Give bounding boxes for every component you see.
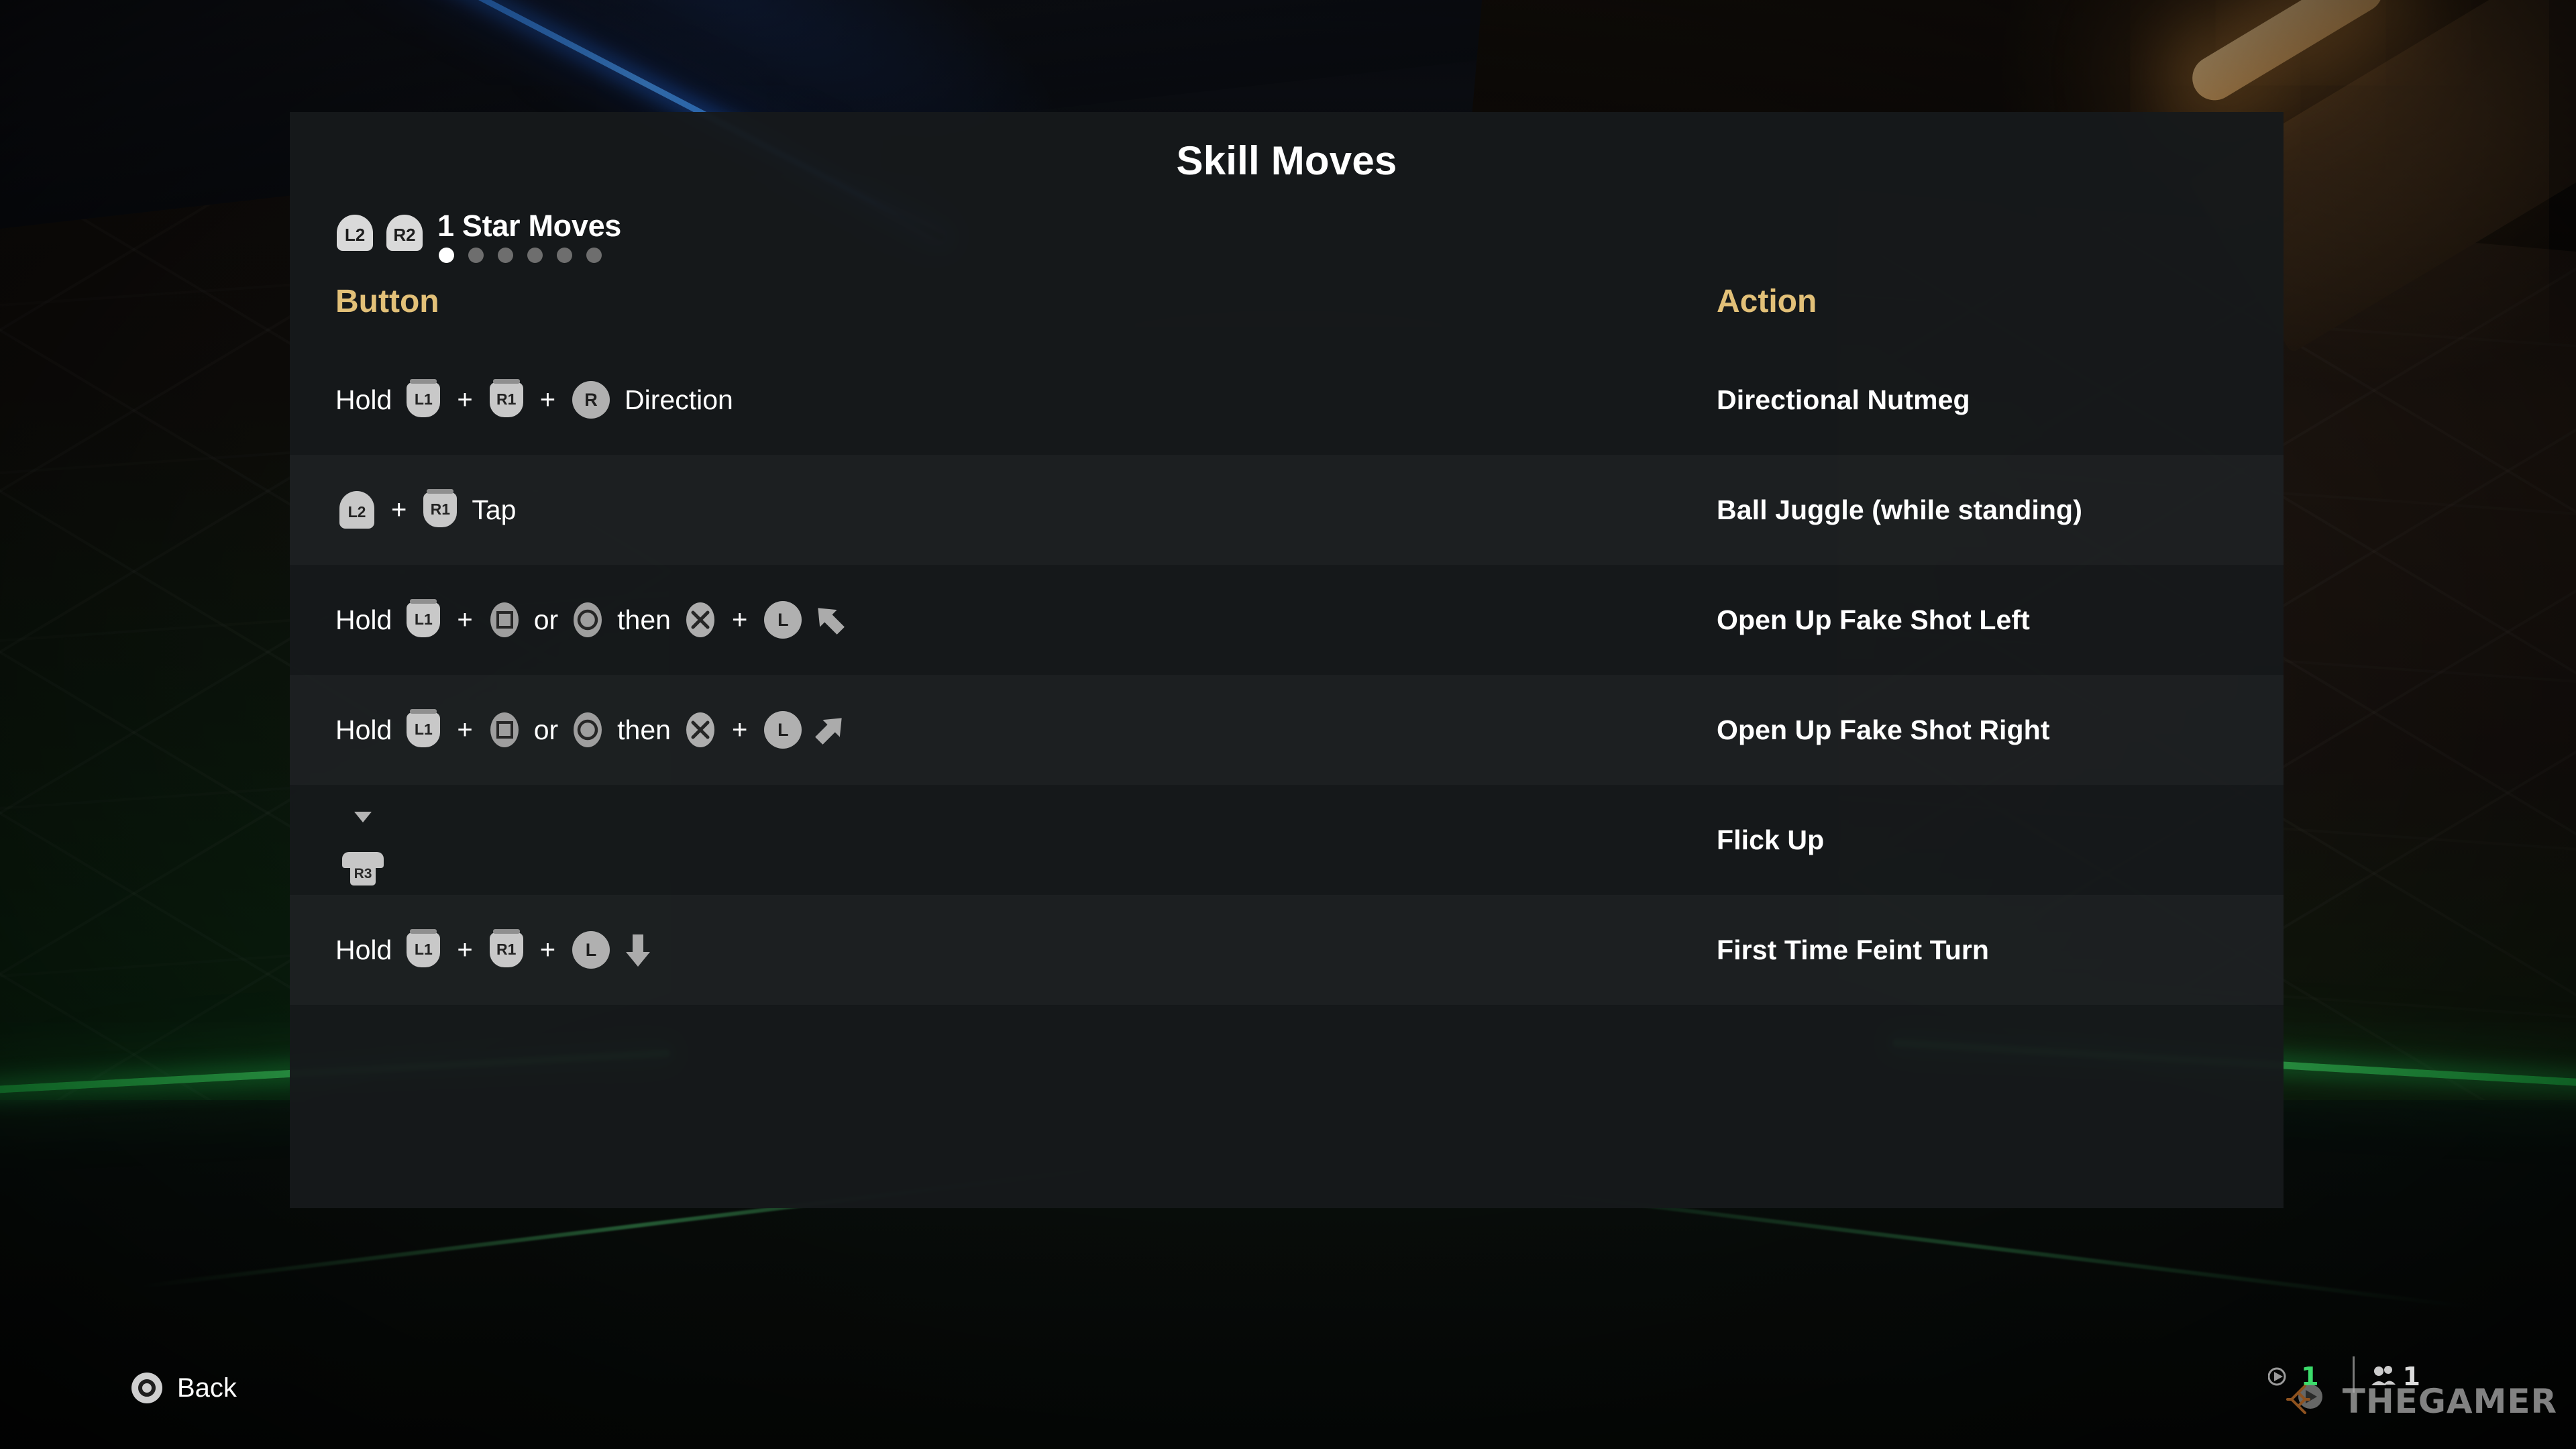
back-button-label: Back bbox=[177, 1373, 237, 1403]
tier-page-dot-6[interactable] bbox=[586, 248, 602, 263]
table-row[interactable]: Hold L1 + or then + L Open Up Fake Shot Left bbox=[290, 565, 2284, 675]
table-row[interactable]: Hold L1 + R1 + L First Time Feint Turn bbox=[290, 895, 2284, 1005]
plus-separator: + bbox=[539, 934, 556, 965]
tier-pagination[interactable] bbox=[437, 248, 621, 263]
button-icon-r1[interactable]: R1 bbox=[489, 929, 523, 967]
direction-arrow-down bbox=[619, 929, 657, 971]
column-header-action: Action bbox=[1717, 284, 1817, 319]
circle-button-icon bbox=[131, 1373, 162, 1403]
table-row[interactable]: Hold L1 + or then + L Open Up Fake Shot Right bbox=[290, 675, 2284, 785]
button-icon-square[interactable] bbox=[486, 601, 523, 639]
chevron-down-icon bbox=[354, 812, 372, 822]
tier-page-dot-1[interactable] bbox=[439, 248, 454, 263]
button-icon-square[interactable] bbox=[486, 711, 523, 749]
button-combo: Hold L1 + R1 + L bbox=[335, 895, 662, 1005]
table-row[interactable]: Hold L1 + R1 + R Direction Directional Nutmeg bbox=[290, 345, 2284, 455]
action-label: First Time Feint Turn bbox=[1717, 934, 1990, 965]
action-label: Flick Up bbox=[1717, 824, 1825, 855]
button-icon-l2[interactable]: L2 bbox=[339, 491, 374, 529]
stick-press-icon-r3[interactable]: R3 bbox=[339, 812, 386, 885]
action-label: Directional Nutmeg bbox=[1717, 384, 1970, 415]
watermark-text: THEGAMER bbox=[2342, 1382, 2557, 1421]
plus-separator: + bbox=[391, 494, 407, 525]
instruction-word: Hold bbox=[335, 384, 392, 415]
watermark: THEGAMER bbox=[2284, 1377, 2557, 1426]
instruction-word: Hold bbox=[335, 934, 392, 965]
table-row[interactable]: L2 + R1 Tap Ball Juggle (while standing) bbox=[290, 455, 2284, 565]
button-combo: Hold L1 + R1 + R Direction bbox=[335, 345, 744, 455]
back-button[interactable]: Back bbox=[131, 1373, 237, 1403]
tier-label: 1 Star Moves bbox=[437, 209, 622, 243]
button-combo: L2 + R1 Tap bbox=[335, 455, 527, 565]
tier-page-dot-2[interactable] bbox=[468, 248, 484, 263]
stick-icon-l[interactable]: L bbox=[764, 601, 802, 639]
instruction-word: Hold bbox=[335, 604, 392, 635]
instruction-word: or bbox=[533, 604, 559, 635]
skill-moves-panel: Skill Moves L2 R2 1 Star Moves Button Ac… bbox=[290, 112, 2284, 1208]
prev-tier-trigger-l2[interactable]: L2 bbox=[337, 215, 373, 251]
button-icon-cross[interactable] bbox=[682, 601, 719, 639]
button-combo: R3 bbox=[335, 785, 390, 895]
page-title: Skill Moves bbox=[1176, 138, 1397, 183]
instruction-word: then bbox=[617, 604, 671, 635]
button-combo: Hold L1 + or then + L bbox=[335, 675, 854, 785]
column-headers: Button Action bbox=[290, 283, 2284, 345]
plus-separator: + bbox=[539, 384, 556, 415]
instruction-word: or bbox=[533, 714, 559, 745]
plus-separator: + bbox=[731, 604, 748, 635]
next-tier-trigger-r2[interactable]: R2 bbox=[386, 215, 423, 251]
button-icon-circle[interactable] bbox=[569, 601, 606, 639]
button-icon-r1[interactable]: R1 bbox=[489, 379, 523, 417]
direction-arrow-up-right bbox=[811, 709, 849, 751]
instruction-word: then bbox=[617, 714, 671, 745]
action-label: Ball Juggle (while standing) bbox=[1717, 494, 2082, 525]
tier-page-dot-4[interactable] bbox=[527, 248, 543, 263]
table-row[interactable]: R3 Flick Up bbox=[290, 785, 2284, 895]
tier-selector: L2 R2 1 Star Moves bbox=[290, 184, 2284, 263]
button-icon-l1[interactable]: L1 bbox=[407, 929, 441, 967]
plus-separator: + bbox=[457, 714, 473, 745]
button-icon-circle[interactable] bbox=[569, 711, 606, 749]
footer-bar: Back 1 1 THEGAMER bbox=[0, 1322, 2576, 1449]
action-label: Open Up Fake Shot Left bbox=[1717, 604, 2030, 635]
button-combo: Hold L1 + or then + L bbox=[335, 565, 854, 675]
button-icon-l1[interactable]: L1 bbox=[407, 379, 441, 417]
stick-icon-l[interactable]: L bbox=[572, 931, 610, 969]
plus-separator: + bbox=[457, 384, 473, 415]
tier-page-dot-3[interactable] bbox=[498, 248, 513, 263]
direction-arrow-up-left bbox=[811, 599, 849, 641]
button-icon-l1[interactable]: L1 bbox=[407, 599, 441, 637]
tier-trigger-group: L2 R2 bbox=[337, 211, 423, 251]
instruction-word: Hold bbox=[335, 714, 392, 745]
stick-icon-r[interactable]: R bbox=[572, 381, 610, 419]
button-icon-l1[interactable]: L1 bbox=[407, 709, 441, 747]
tier-info: 1 Star Moves bbox=[437, 211, 621, 263]
button-icon-cross[interactable] bbox=[682, 711, 719, 749]
column-header-button: Button bbox=[335, 284, 439, 319]
stick-icon-l[interactable]: L bbox=[764, 711, 802, 749]
instruction-word: Tap bbox=[472, 494, 517, 525]
thegamer-logo-icon bbox=[2284, 1377, 2333, 1426]
tier-page-dot-5[interactable] bbox=[557, 248, 572, 263]
plus-separator: + bbox=[457, 934, 473, 965]
button-icon-r1[interactable]: R1 bbox=[423, 489, 458, 527]
skill-moves-table: Hold L1 + R1 + R Direction Directional Nutmeg L2… bbox=[290, 345, 2284, 1005]
action-label: Open Up Fake Shot Right bbox=[1717, 714, 2050, 745]
plus-separator: + bbox=[457, 604, 473, 635]
instruction-word: Direction bbox=[625, 384, 733, 415]
plus-separator: + bbox=[731, 714, 748, 745]
